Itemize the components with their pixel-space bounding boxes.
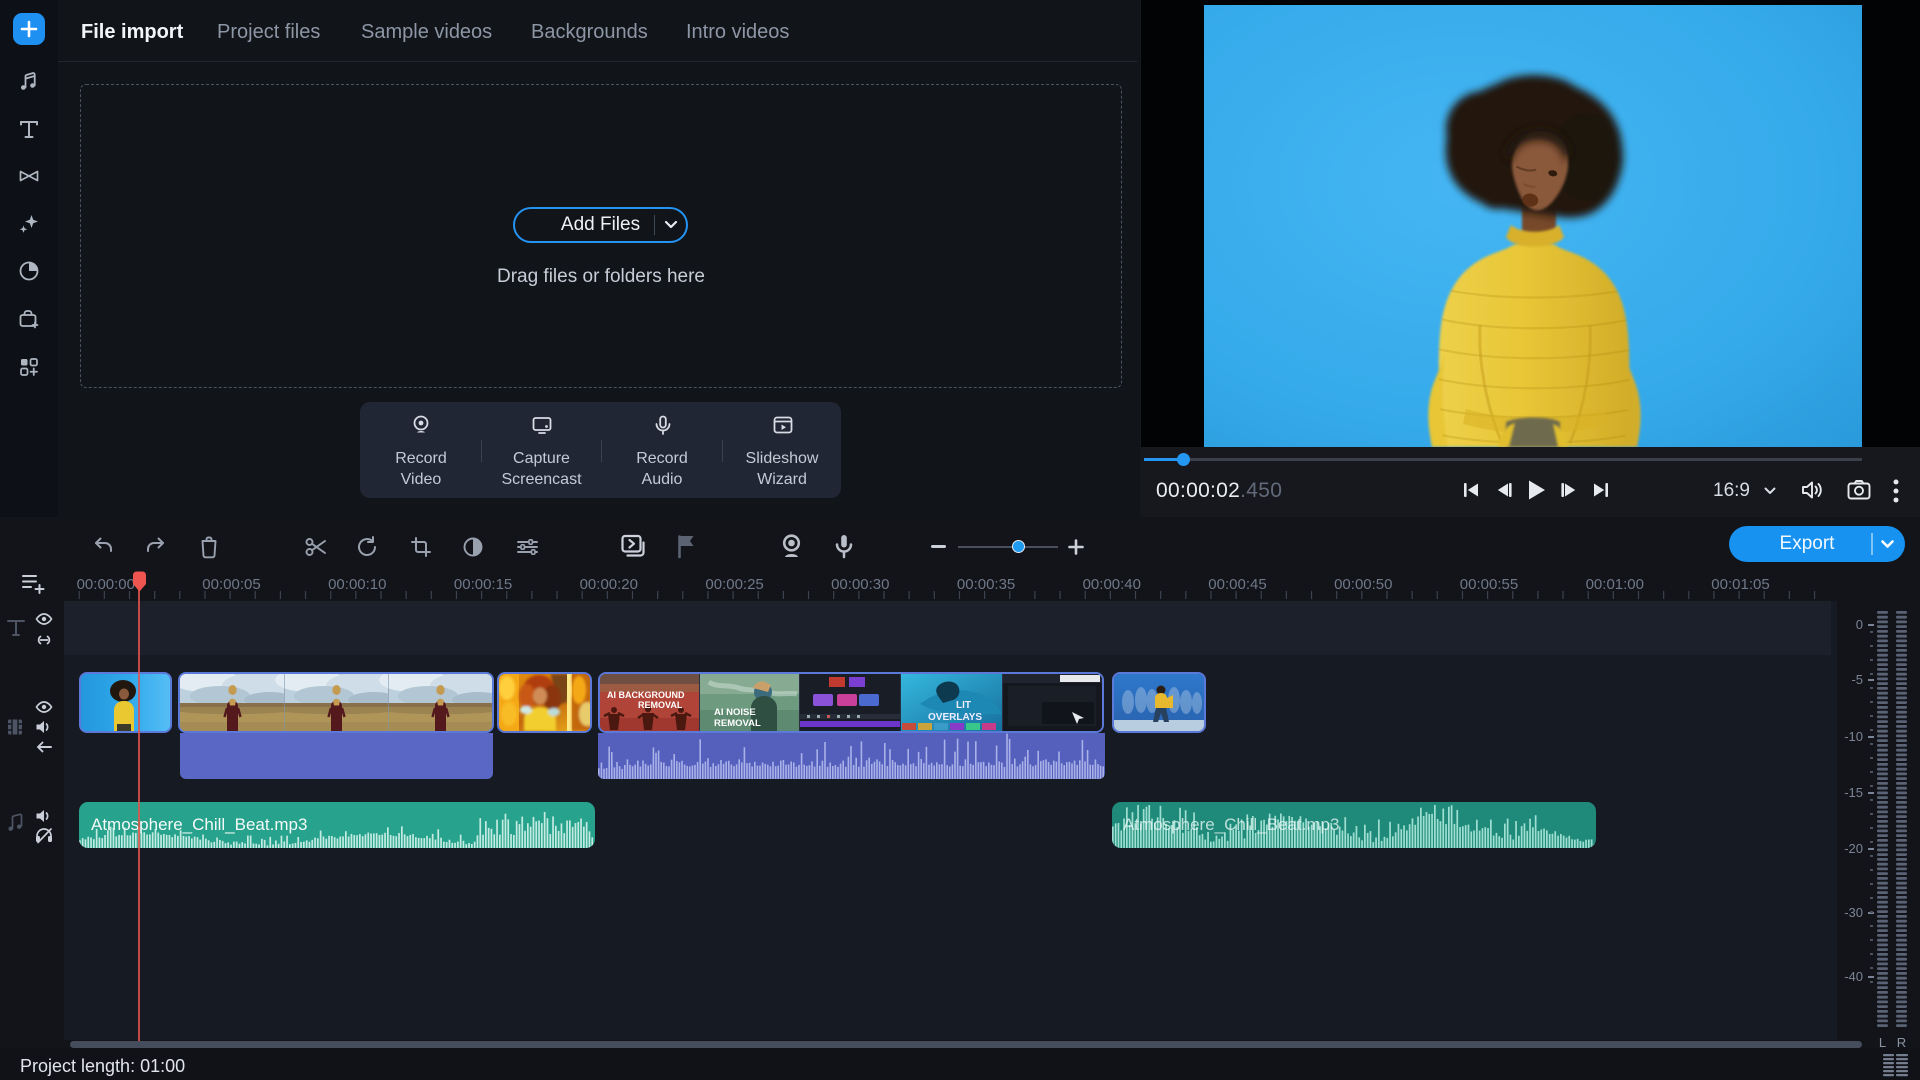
svg-text:REMOVAL: REMOVAL <box>638 700 683 710</box>
svg-text:AI NOISE: AI NOISE <box>714 707 756 718</box>
svg-text:AI BACKGROUND: AI BACKGROUND <box>607 690 685 700</box>
svg-text:LIT: LIT <box>956 700 971 711</box>
svg-text:REMOVAL: REMOVAL <box>714 718 761 729</box>
svg-text:OVERLAYS: OVERLAYS <box>928 712 982 723</box>
